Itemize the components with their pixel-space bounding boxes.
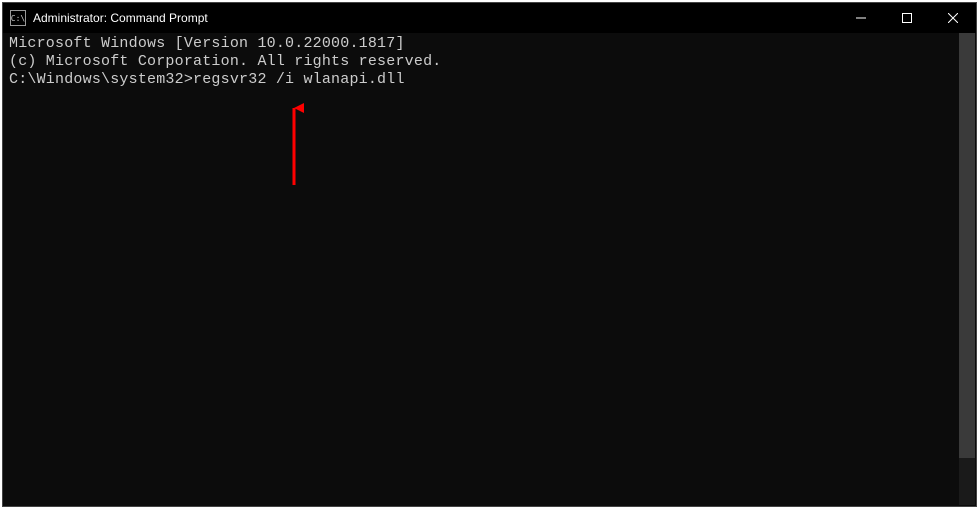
close-button[interactable] — [930, 3, 976, 33]
cmd-icon: C:\ — [10, 10, 26, 26]
minimize-button[interactable] — [838, 3, 884, 33]
titlebar[interactable]: C:\ Administrator: Command Prompt — [3, 3, 976, 33]
scrollbar-thumb[interactable] — [959, 33, 975, 458]
terminal-output-line: (c) Microsoft Corporation. All rights re… — [9, 53, 970, 71]
terminal-output-line: Microsoft Windows [Version 10.0.22000.18… — [9, 35, 970, 53]
window-title: Administrator: Command Prompt — [33, 11, 838, 25]
close-icon — [948, 13, 958, 23]
prompt-path: C:\Windows\system32> — [9, 71, 193, 88]
terminal-area[interactable]: Microsoft Windows [Version 10.0.22000.18… — [3, 33, 976, 506]
terminal-prompt-line: C:\Windows\system32>regsvr32 /i wlanapi.… — [9, 71, 970, 89]
window-controls — [838, 3, 976, 33]
scrollbar[interactable] — [959, 33, 975, 505]
cmd-icon-text: C:\ — [11, 14, 25, 23]
command-prompt-window: C:\ Administrator: Command Prompt — [2, 2, 977, 507]
minimize-icon — [856, 13, 866, 23]
command-text: regsvr32 /i wlanapi.dll — [193, 71, 405, 88]
maximize-icon — [902, 13, 912, 23]
maximize-button[interactable] — [884, 3, 930, 33]
